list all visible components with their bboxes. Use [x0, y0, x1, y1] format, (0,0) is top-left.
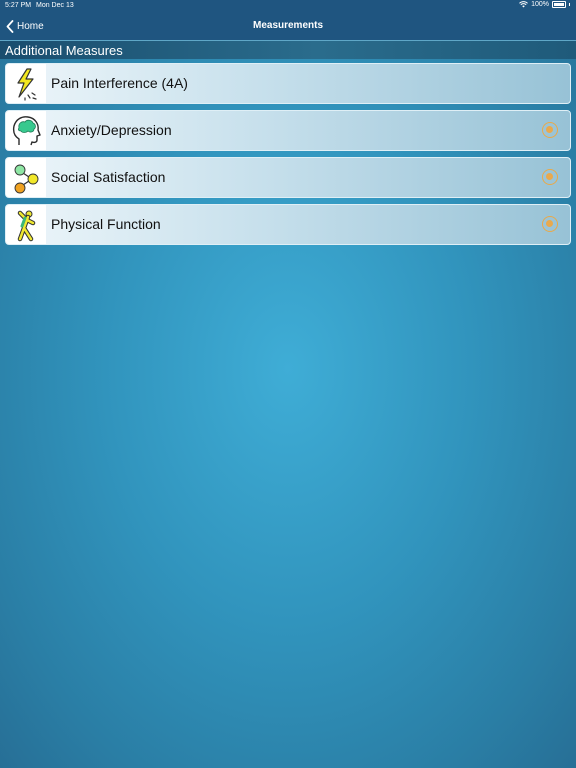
lightning-pain-icon [6, 64, 46, 103]
list-item-label: Anxiety/Depression [51, 122, 172, 138]
status-time: 5:27 PM [5, 2, 32, 9]
radio-button[interactable] [542, 169, 558, 185]
list-item-pain-interference[interactable]: Pain Interference (4A) [5, 63, 571, 104]
list-item-anxiety-depression[interactable]: Anxiety/Depression [5, 110, 571, 151]
navigation-bar: Home Measurements [0, 12, 576, 40]
battery-icon [552, 1, 566, 8]
list-item-label: Physical Function [51, 216, 161, 232]
list-item-label: Pain Interference (4A) [51, 75, 188, 91]
wifi-icon [519, 1, 528, 8]
status-date: Mon Dec 13 [36, 2, 74, 9]
measures-list: Pain Interference (4A) Anxiety/Depressio… [5, 63, 571, 251]
battery-tip [569, 3, 570, 6]
list-item-physical-function[interactable]: Physical Function [5, 204, 571, 245]
list-item-social-satisfaction[interactable]: Social Satisfaction [5, 157, 571, 198]
radio-button[interactable] [542, 216, 558, 232]
person-stretching-icon [6, 205, 46, 244]
status-bar: 5:27 PM Mon Dec 13 100% [0, 0, 576, 12]
page-title: Measurements [252, 20, 324, 31]
social-network-icon [6, 158, 46, 197]
radio-button[interactable] [542, 122, 558, 138]
section-header: Additional Measures [0, 40, 576, 59]
head-brain-icon [6, 111, 46, 150]
status-right: 100% [519, 1, 570, 8]
list-item-label: Social Satisfaction [51, 169, 166, 185]
battery-percent: 100% [531, 1, 549, 8]
